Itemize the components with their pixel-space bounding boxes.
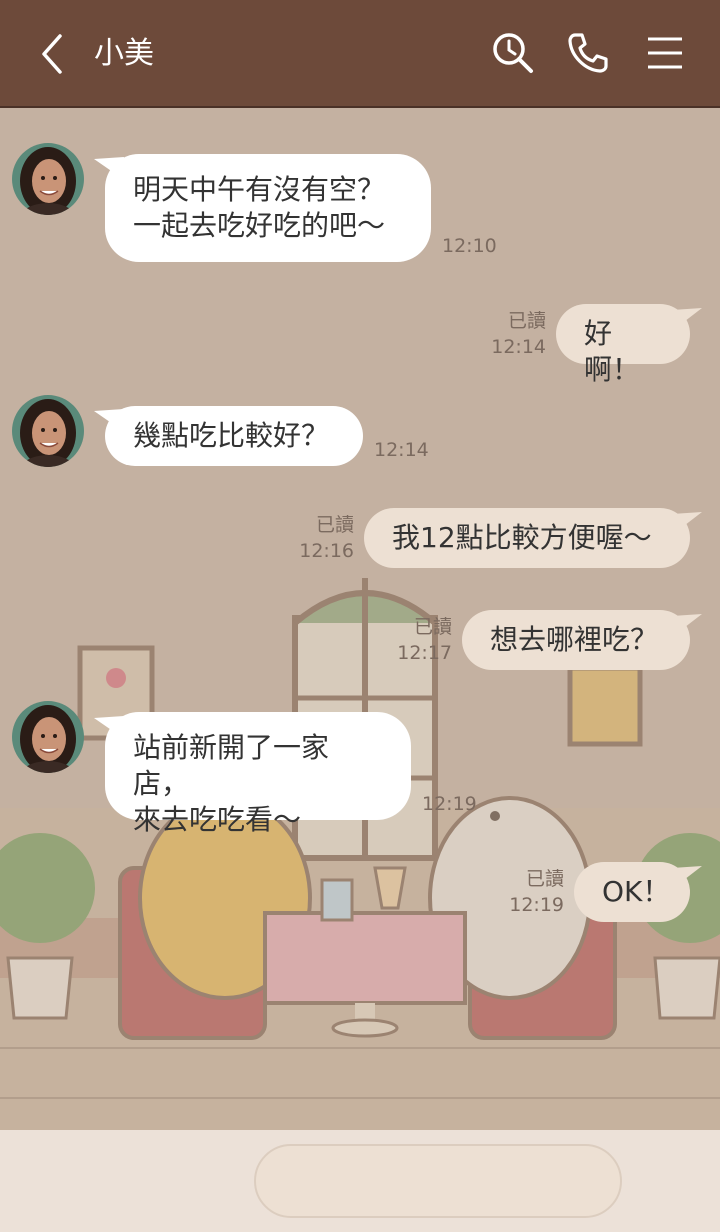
message-input[interactable] [254,1144,622,1218]
contact-avatar[interactable] [12,143,84,215]
outgoing-message[interactable]: OK！ [574,862,690,922]
read-status: 已讀 12:19 [508,866,564,918]
read-label: 已讀 [413,616,452,638]
back-icon[interactable] [30,30,74,78]
message-text: 來去吃吃看～ [133,803,302,836]
read-label: 已讀 [507,310,546,332]
message-text: 一起去吃好吃的吧～ [133,209,386,242]
message-time: 12:19 [509,894,564,916]
message-time: 12:10 [442,235,497,257]
message-text: 明天中午有沒有空？ [133,173,386,206]
chat-area[interactable]: 明天中午有沒有空？ 一起去吃好吃的吧～ 12:10 已讀 12:14 好啊！ 幾… [0,108,720,1130]
menu-icon[interactable] [642,30,688,76]
read-label: 已讀 [525,868,564,890]
read-label: 已讀 [315,514,354,536]
phone-icon[interactable] [565,30,611,76]
message-time: 12:14 [374,439,429,461]
read-status: 已讀 12:17 [396,614,452,666]
search-icon[interactable] [490,30,536,76]
incoming-message[interactable]: 幾點吃比較好？ [105,406,363,466]
read-status: 已讀 12:14 [490,308,546,360]
outgoing-message[interactable]: 我12點比較方便喔～ [364,508,690,568]
message-text: 站前新開了一家店， [133,731,330,800]
message-time: 12:16 [299,540,354,562]
incoming-message[interactable]: 站前新開了一家店， 來去吃吃看～ [105,712,411,836]
outgoing-message[interactable]: 想去哪裡吃？ [462,610,690,670]
read-status: 已讀 12:16 [298,512,354,564]
message-time: 12:17 [397,642,452,664]
message-text: 好啊！ [584,317,641,386]
message-time: 12:14 [491,336,546,358]
contact-avatar[interactable] [12,701,84,773]
contact-avatar[interactable] [12,395,84,467]
outgoing-message[interactable]: 好啊！ [556,304,690,386]
message-text: 想去哪裡吃？ [490,623,659,656]
chat-title: 小美 [94,36,154,71]
chat-header: 小美 [0,0,720,108]
message-time: 12:19 [422,793,477,815]
incoming-message[interactable]: 明天中午有沒有空？ 一起去吃好吃的吧～ [105,154,431,262]
message-text: 幾點吃比較好？ [133,419,330,452]
message-text: 我12點比較方便喔～ [392,521,652,554]
message-text: OK！ [602,875,671,908]
